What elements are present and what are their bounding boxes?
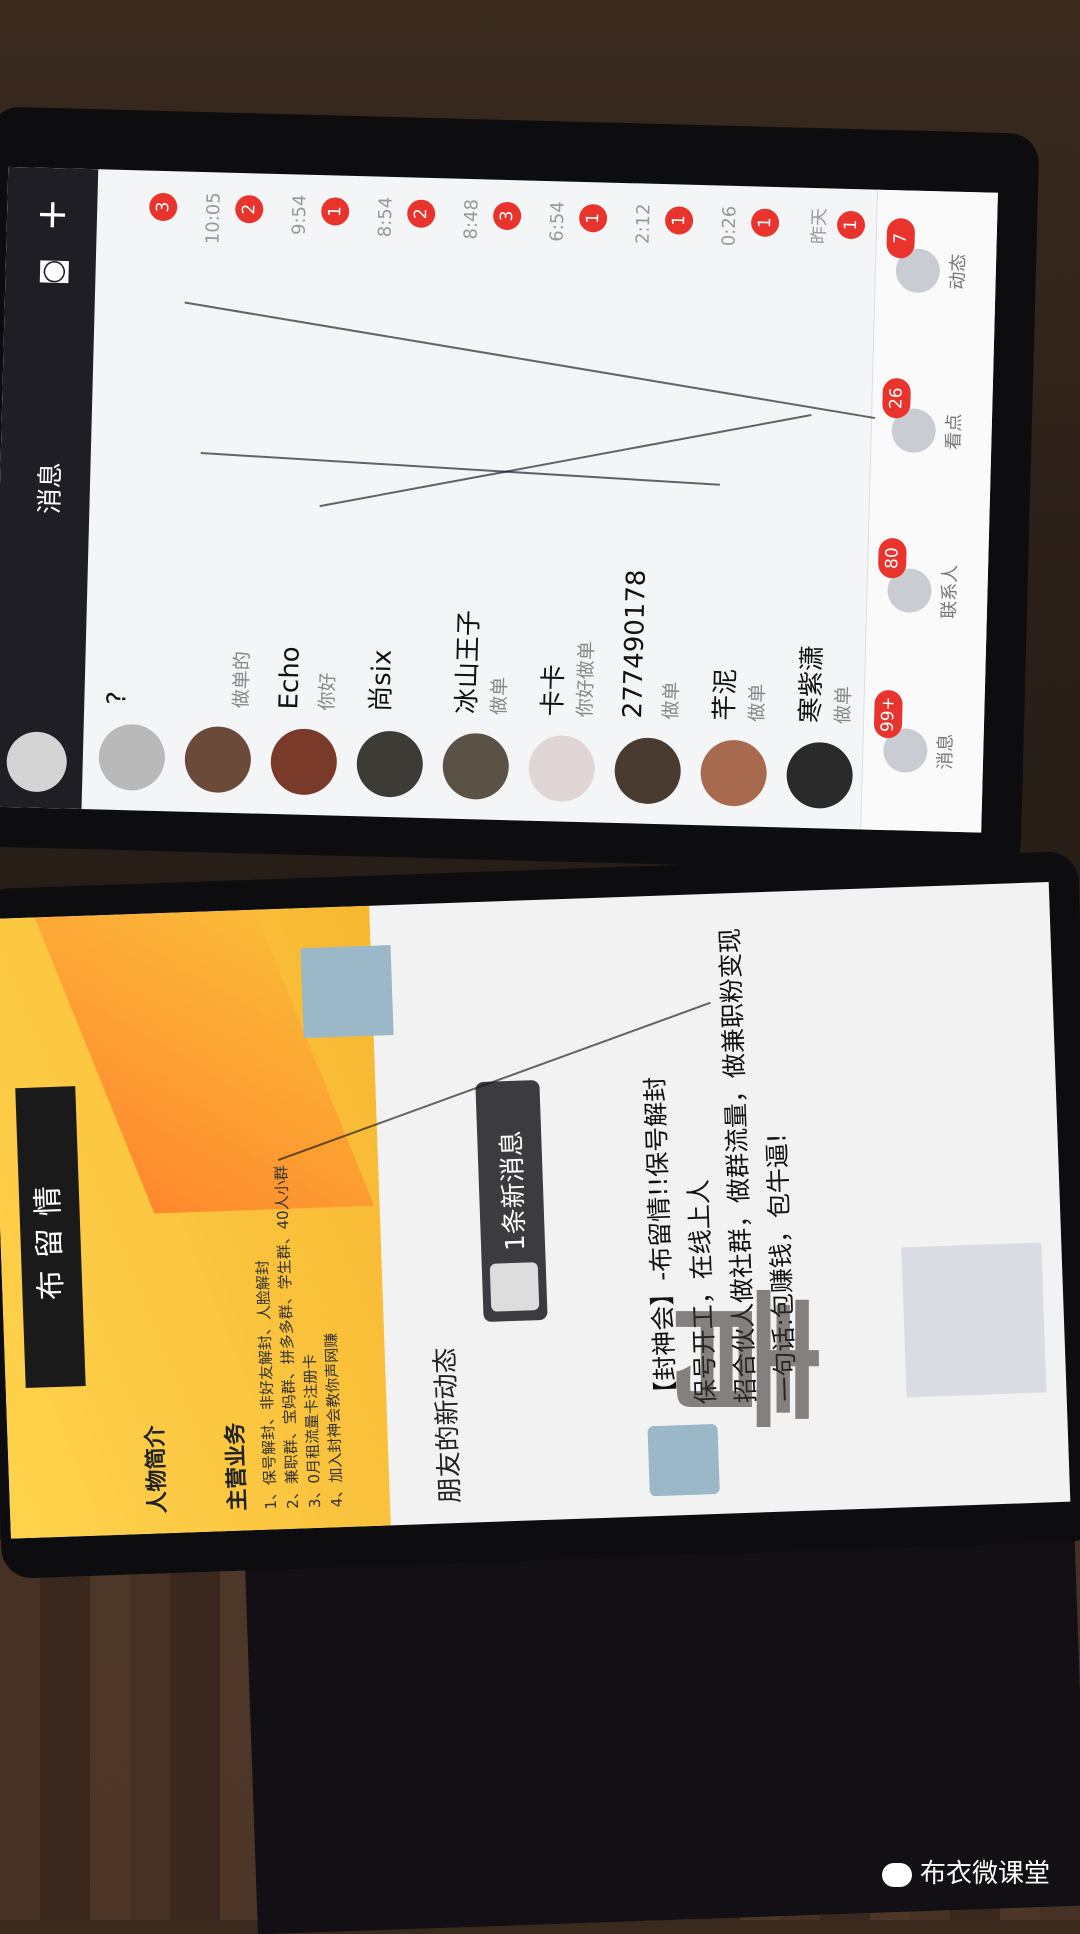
contact-name: 尚six — [366, 649, 398, 713]
tab-contacts[interactable]: 联系人 80 — [875, 510, 963, 672]
feed-title: 朋友的新动态 — [430, 1346, 466, 1504]
tab-label: 消息 — [934, 733, 957, 770]
tab-feeds[interactable]: 动态 7 — [884, 190, 972, 352]
contact-name: ? — [102, 690, 133, 706]
message-time: 2:12 — [632, 203, 655, 245]
contact-name: 寒紫潇 — [796, 644, 829, 724]
header-bar: 消息 ◙ + — [0, 166, 99, 810]
message-time: 8:48 — [460, 198, 483, 240]
banner-name: 布留情 — [15, 1086, 86, 1389]
contact-name: Echo — [274, 645, 306, 710]
tab-bar: 消息 99+ 联系人 80 看点 26 动态 7 — [860, 189, 998, 833]
avatar — [527, 734, 596, 803]
banner-heading-intro: 人物简介 — [143, 1425, 172, 1514]
camera-icon[interactable]: ◙ — [35, 258, 69, 286]
unread-badge: 2 — [406, 199, 436, 229]
tab-kandian[interactable]: 看点 26 — [880, 350, 968, 512]
unread-badge: 1 — [664, 206, 694, 235]
wechat-icon — [881, 1862, 912, 1887]
message-preview: 做单 — [746, 683, 770, 722]
post-avatar[interactable] — [647, 1423, 720, 1497]
unread-badge: 26 — [882, 377, 912, 419]
post-image[interactable] — [901, 1242, 1047, 1398]
message-preview: 做单 — [660, 681, 684, 720]
avatar — [489, 1262, 540, 1312]
banner-thumbnail[interactable] — [300, 945, 394, 1039]
watermark: 布衣微课堂 — [881, 1853, 1050, 1890]
new-message-button[interactable]: 1条新消息 — [475, 1079, 548, 1323]
message-preview: 做单 — [488, 676, 512, 716]
avatar — [699, 739, 768, 807]
avatar — [269, 727, 338, 796]
contact-name: 277490178 — [618, 569, 652, 719]
message-preview: 做单的 — [230, 650, 254, 709]
message-time: 0:26 — [718, 205, 741, 247]
tab-label: 看点 — [943, 413, 966, 451]
phone-feed: 布留情 人物简介 主营业务 1、保号解封、非好友解封、人脸解封 2、兼职群、宝妈… — [0, 851, 1080, 1579]
message-preview: 你好 — [316, 672, 340, 711]
unread-badge: 80 — [877, 537, 907, 579]
new-message-label: 1条新消息 — [497, 1129, 532, 1252]
avatar — [183, 725, 252, 794]
tab-label: 联系人 — [938, 564, 962, 619]
mousepad-print: 青 — [654, 1283, 829, 1434]
message-preview: 你好做单 — [574, 640, 599, 718]
phone-messages-screen: 消息 ◙ + ? 3 做单的 10:05 2 Echo 你好 9:54 1 尚six 8:54 2 冰山… — [0, 166, 998, 833]
avatar — [98, 723, 166, 792]
contact-name: 冰山王子 — [452, 609, 485, 715]
message-time: 昨天 — [808, 207, 831, 245]
avatar — [613, 736, 682, 805]
profile-banner: 布留情 人物简介 主营业务 1、保号解封、非好友解封、人脸解封 2、兼职群、宝妈… — [0, 905, 394, 1539]
message-time: 6:54 — [546, 201, 569, 242]
message-time: 10:05 — [202, 192, 225, 245]
unread-badge: 99+ — [873, 689, 903, 739]
avatar — [441, 732, 510, 801]
watermark-text: 布衣微课堂 — [919, 1859, 1050, 1889]
unread-badge: 7 — [886, 217, 916, 259]
contact-name: 卡卡 — [538, 663, 570, 717]
phone-messages: 消息 ◙ + ? 3 做单的 10:05 2 Echo 你好 9:54 1 尚six 8:54 2 冰山… — [0, 106, 1040, 874]
unread-badge: 2 — [234, 194, 264, 224]
tab-label: 动态 — [947, 253, 970, 291]
message-time: 8:54 — [374, 196, 397, 238]
banner-heading-services: 主营业务 — [223, 1422, 252, 1512]
message-preview: 做单 — [831, 685, 855, 725]
avatar — [355, 730, 424, 798]
avatar — [785, 741, 854, 810]
unread-badge: 1 — [320, 197, 350, 226]
unread-badge: 3 — [492, 201, 522, 231]
unread-badge: 3 — [148, 192, 178, 222]
add-icon[interactable]: + — [29, 197, 76, 232]
unread-badge: 1 — [578, 203, 608, 233]
message-time: 9:54 — [288, 194, 311, 236]
unread-badge: 1 — [750, 208, 780, 238]
tab-messages[interactable]: 消息 99+ — [871, 670, 959, 832]
contact-name: 芊泥 — [710, 668, 742, 722]
unread-badge: 1 — [836, 210, 866, 240]
phone-feed-screen: 布留情 人物简介 主营业务 1、保号解封、非好友解封、人脸解封 2、兼职群、宝妈… — [0, 882, 1071, 1539]
